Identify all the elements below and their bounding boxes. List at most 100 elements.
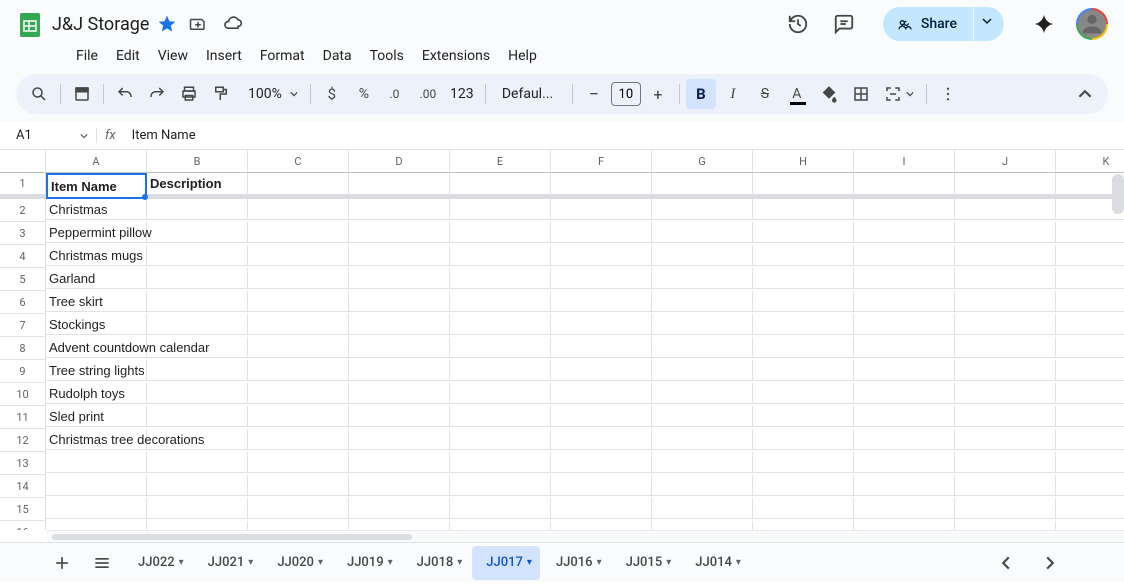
- cell-H12[interactable]: [753, 429, 854, 450]
- strikethrough-button[interactable]: S: [750, 79, 780, 109]
- cell-I6[interactable]: [854, 291, 955, 312]
- italic-button[interactable]: I: [718, 79, 748, 109]
- cell-E14[interactable]: [450, 475, 551, 496]
- sheet-tab-JJ019[interactable]: JJ019▾: [333, 546, 401, 580]
- bold-button[interactable]: B: [686, 79, 716, 109]
- cell-B9[interactable]: [147, 360, 248, 381]
- cell-I10[interactable]: [854, 383, 955, 404]
- cell-J12[interactable]: [955, 429, 1056, 450]
- cell-H3[interactable]: [753, 222, 854, 243]
- sheet-tab-JJ017[interactable]: JJ017▾: [472, 546, 540, 580]
- cell-K6[interactable]: [1056, 291, 1124, 312]
- filter-views-icon[interactable]: [67, 79, 97, 109]
- print-icon[interactable]: [174, 79, 204, 109]
- share-dropdown[interactable]: [974, 7, 1004, 41]
- merge-button[interactable]: [878, 85, 920, 103]
- cell-A2[interactable]: Christmas: [46, 199, 147, 220]
- cell-C11[interactable]: [248, 406, 349, 427]
- cell-C9[interactable]: [248, 360, 349, 381]
- cell-I3[interactable]: [854, 222, 955, 243]
- cell-E4[interactable]: [450, 245, 551, 266]
- cell-H8[interactable]: [753, 337, 854, 358]
- decrease-decimal-icon[interactable]: .0: [381, 79, 411, 109]
- cell-D4[interactable]: [349, 245, 450, 266]
- cell-B14[interactable]: [147, 475, 248, 496]
- cell-A4[interactable]: Christmas mugs: [46, 245, 147, 266]
- cell-F16[interactable]: [551, 521, 652, 530]
- cell-E16[interactable]: [450, 521, 551, 530]
- cell-I5[interactable]: [854, 268, 955, 289]
- cell-B1[interactable]: Description: [147, 173, 248, 199]
- cell-C6[interactable]: [248, 291, 349, 312]
- cell-G13[interactable]: [652, 452, 753, 473]
- cell-A8[interactable]: Advent countdown calendar: [46, 337, 147, 358]
- cell-K7[interactable]: [1056, 314, 1124, 335]
- col-header-E[interactable]: E: [450, 150, 551, 173]
- cell-H5[interactable]: [753, 268, 854, 289]
- cell-E8[interactable]: [450, 337, 551, 358]
- font-size-input[interactable]: 10: [611, 82, 641, 106]
- percent-icon[interactable]: %: [349, 79, 379, 109]
- cell-B5[interactable]: [147, 268, 248, 289]
- cell-I11[interactable]: [854, 406, 955, 427]
- cell-A5[interactable]: Garland: [46, 268, 147, 289]
- cell-D9[interactable]: [349, 360, 450, 381]
- cell-H6[interactable]: [753, 291, 854, 312]
- chevron-down-icon[interactable]: ▾: [527, 557, 532, 568]
- row-header-2[interactable]: 2: [0, 199, 46, 222]
- cell-C3[interactable]: [248, 222, 349, 243]
- cell-C13[interactable]: [248, 452, 349, 473]
- cell-B8[interactable]: [147, 337, 248, 358]
- row-header-10[interactable]: 10: [0, 383, 46, 406]
- menu-view[interactable]: View: [150, 44, 196, 68]
- cell-C14[interactable]: [248, 475, 349, 496]
- cell-F13[interactable]: [551, 452, 652, 473]
- vertical-scrollbar[interactable]: [1112, 174, 1124, 214]
- menu-edit[interactable]: Edit: [108, 44, 148, 68]
- cell-F14[interactable]: [551, 475, 652, 496]
- cell-I15[interactable]: [854, 498, 955, 519]
- cell-J8[interactable]: [955, 337, 1056, 358]
- cell-G4[interactable]: [652, 245, 753, 266]
- chevron-down-icon[interactable]: ▾: [736, 557, 741, 568]
- cell-C12[interactable]: [248, 429, 349, 450]
- prev-sheet-button[interactable]: [988, 548, 1024, 578]
- cell-G12[interactable]: [652, 429, 753, 450]
- cell-G1[interactable]: [652, 173, 753, 199]
- cell-K14[interactable]: [1056, 475, 1124, 496]
- row-header-12[interactable]: 12: [0, 429, 46, 452]
- cell-B6[interactable]: [147, 291, 248, 312]
- sheet-tab-JJ020[interactable]: JJ020▾: [263, 546, 331, 580]
- cell-J3[interactable]: [955, 222, 1056, 243]
- cell-A11[interactable]: Sled print: [46, 406, 147, 427]
- col-header-A[interactable]: A: [46, 150, 147, 173]
- decrease-font-icon[interactable]: −: [579, 79, 609, 109]
- cell-A10[interactable]: Rudolph toys: [46, 383, 147, 404]
- menu-extensions[interactable]: Extensions: [414, 44, 498, 68]
- cell-F1[interactable]: [551, 173, 652, 199]
- col-header-C[interactable]: C: [248, 150, 349, 173]
- cell-A1[interactable]: Item Name: [46, 173, 147, 199]
- cell-J16[interactable]: [955, 521, 1056, 530]
- cell-J15[interactable]: [955, 498, 1056, 519]
- cell-H2[interactable]: [753, 199, 854, 220]
- cell-D13[interactable]: [349, 452, 450, 473]
- cell-G2[interactable]: [652, 199, 753, 220]
- cell-K5[interactable]: [1056, 268, 1124, 289]
- cell-A13[interactable]: [46, 452, 147, 473]
- cell-H14[interactable]: [753, 475, 854, 496]
- chevron-down-icon[interactable]: ▾: [318, 557, 323, 568]
- cell-D2[interactable]: [349, 199, 450, 220]
- horizontal-scrollbar[interactable]: [46, 530, 1124, 542]
- cell-F2[interactable]: [551, 199, 652, 220]
- add-sheet-button[interactable]: [44, 548, 80, 578]
- fill-color-button[interactable]: [814, 79, 844, 109]
- row-header-11[interactable]: 11: [0, 406, 46, 429]
- cell-K4[interactable]: [1056, 245, 1124, 266]
- cell-C2[interactable]: [248, 199, 349, 220]
- number-format-icon[interactable]: 123: [445, 79, 479, 109]
- cell-K10[interactable]: [1056, 383, 1124, 404]
- cell-B15[interactable]: [147, 498, 248, 519]
- cell-E15[interactable]: [450, 498, 551, 519]
- cell-B10[interactable]: [147, 383, 248, 404]
